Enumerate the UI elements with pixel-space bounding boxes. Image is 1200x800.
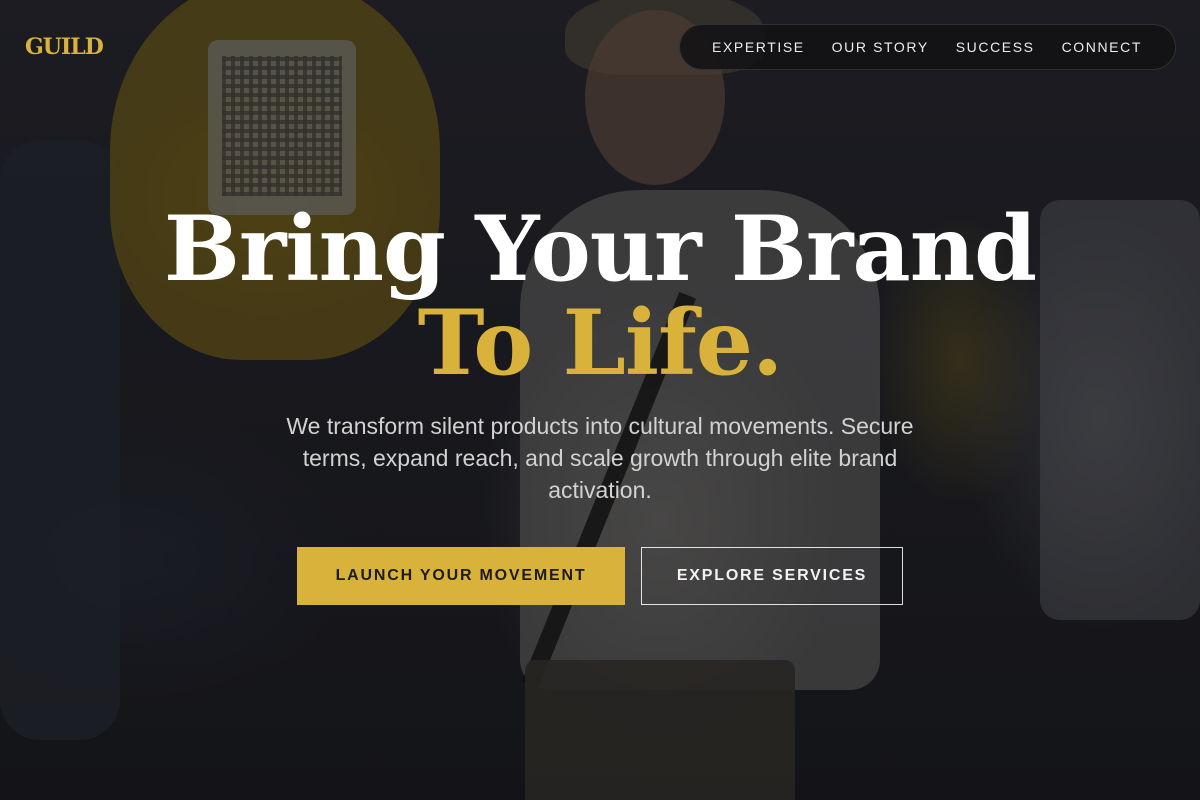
- hero-headline-accent: To Life.: [417, 290, 784, 396]
- hero-dark-overlay: [0, 0, 1200, 800]
- nav-link-expertise[interactable]: EXPERTISE: [712, 39, 805, 55]
- explore-services-button[interactable]: EXPLORE SERVICES: [641, 547, 903, 605]
- nav-link-our-story[interactable]: OUR STORY: [832, 39, 929, 55]
- main-nav: EXPERTISE OUR STORY SUCCESS CONNECT: [679, 24, 1176, 70]
- site-logo[interactable]: GUILD: [25, 34, 104, 60]
- nav-link-connect[interactable]: CONNECT: [1062, 39, 1142, 55]
- hero-headline: Bring Your Brand: [163, 196, 1037, 302]
- nav-link-success[interactable]: SUCCESS: [956, 39, 1035, 55]
- hero-subtitle: We transform silent products into cultur…: [286, 413, 914, 503]
- launch-movement-button[interactable]: LAUNCH YOUR MOVEMENT: [297, 547, 625, 605]
